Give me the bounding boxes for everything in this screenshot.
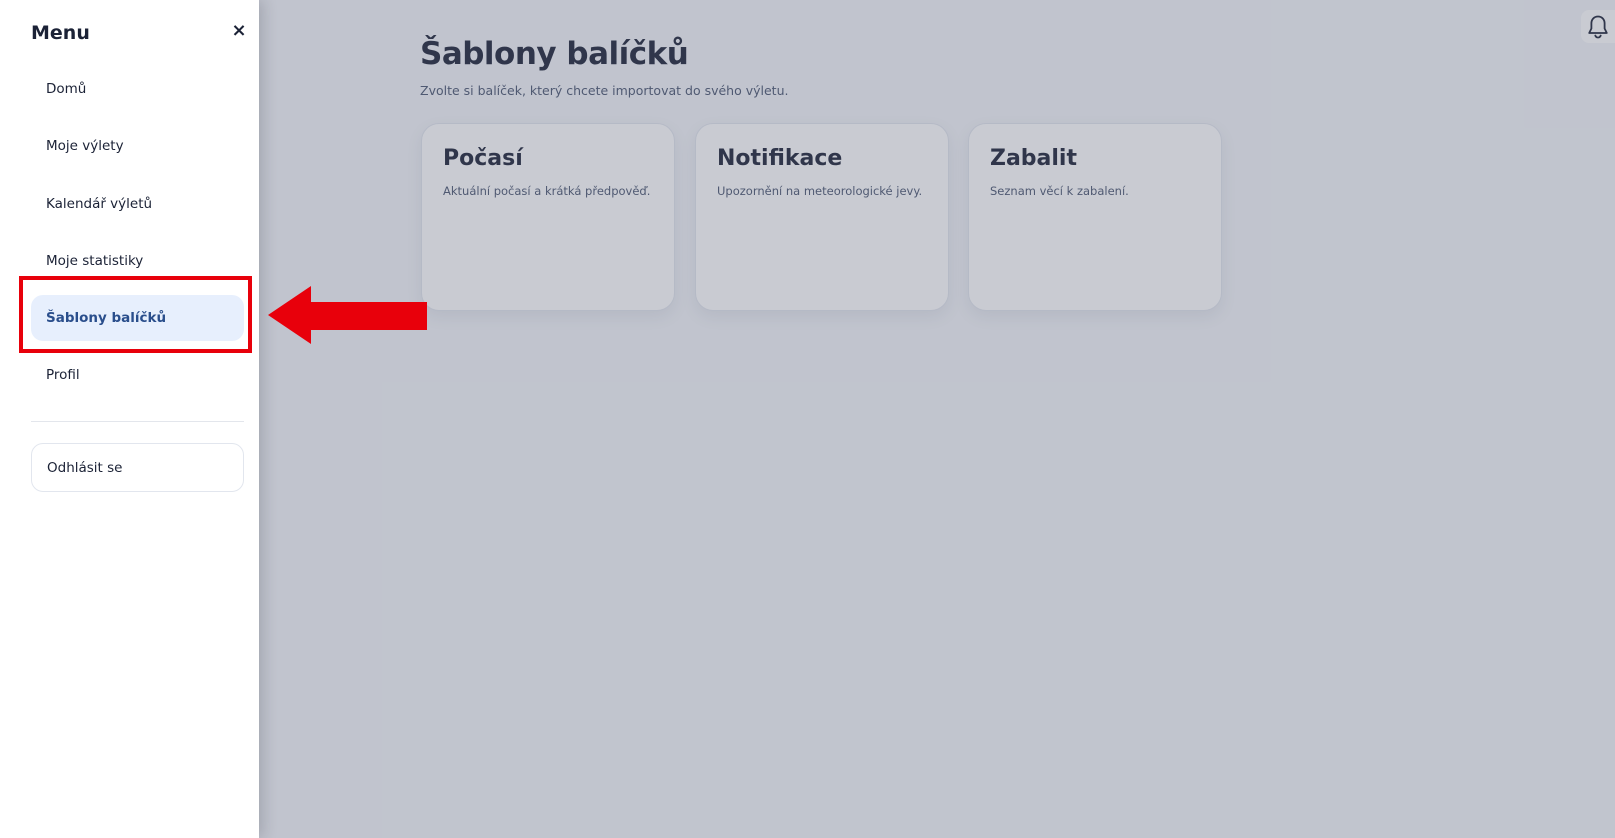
logout-label: Odhlásit se — [47, 459, 123, 476]
nav-item-my-trips[interactable]: Moje výlety — [31, 123, 244, 169]
side-drawer: Menu × Domů Moje výlety Kalendář výletů … — [0, 0, 259, 838]
annotation-highlight-box — [19, 276, 252, 353]
nav-item-label: Profil — [46, 367, 80, 383]
drawer-title: Menu — [31, 22, 90, 44]
logout-button[interactable]: Odhlásit se — [31, 443, 244, 492]
close-drawer-button[interactable]: × — [228, 20, 250, 42]
nav-item-label: Domů — [46, 81, 87, 97]
nav-item-label: Moje výlety — [46, 138, 124, 154]
nav-item-home[interactable]: Domů — [31, 66, 244, 112]
nav-item-trip-calendar[interactable]: Kalendář výletů — [31, 181, 244, 227]
nav-item-profile[interactable]: Profil — [31, 352, 244, 398]
nav-item-label: Moje statistiky — [46, 253, 144, 269]
drawer-divider — [31, 421, 244, 422]
annotation-arrow-icon — [268, 286, 427, 344]
nav-item-label: Kalendář výletů — [46, 196, 153, 212]
